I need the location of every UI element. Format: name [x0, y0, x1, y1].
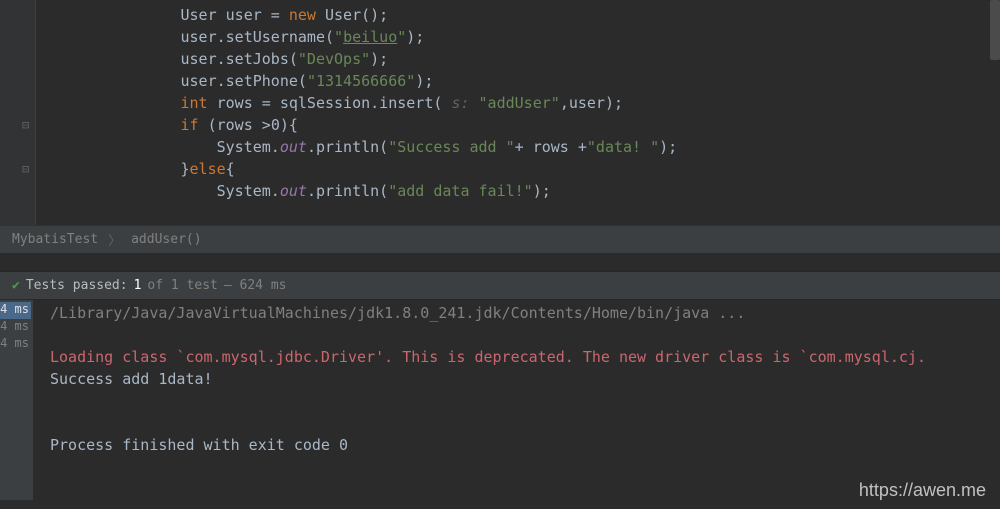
- code-token: "addUser": [479, 94, 560, 112]
- code-line[interactable]: if (rows >0){: [36, 114, 1000, 136]
- code-token: if: [181, 116, 208, 134]
- code-token: );: [415, 72, 433, 90]
- code-token: else: [190, 160, 226, 178]
- code-line[interactable]: int rows = sqlSession.insert( s: "addUse…: [36, 92, 1000, 114]
- code-line[interactable]: }else{: [36, 158, 1000, 180]
- code-editor[interactable]: ⊟ ⊟ User user = new User(); user.setUser…: [0, 0, 1000, 225]
- code-line[interactable]: System.out.println("Success add "+ rows …: [36, 136, 1000, 158]
- code-token: "Success add ": [388, 138, 514, 156]
- code-token: .println(: [307, 138, 388, 156]
- code-line[interactable]: User user = new User();: [36, 4, 1000, 26]
- code-token: user.setJobs(: [181, 50, 298, 68]
- console-stdout-line: Success add 1data!: [50, 370, 222, 388]
- code-token: );: [406, 28, 424, 46]
- console-exit-line: Process finished with exit code 0: [50, 436, 348, 454]
- code-token: beiluo: [343, 28, 397, 46]
- tests-duration: – 624 ms: [224, 278, 287, 293]
- code-token: ": [397, 28, 406, 46]
- chevron-right-icon: 〉: [108, 230, 121, 249]
- code-token: s:: [451, 94, 478, 112]
- tests-of-label: of 1 test: [147, 278, 217, 293]
- check-icon: ✔: [12, 278, 20, 293]
- code-token: "DevOps": [298, 50, 370, 68]
- code-token: user.setPhone(: [181, 72, 307, 90]
- code-token: out: [280, 182, 307, 200]
- breadcrumb-method[interactable]: addUser(): [131, 232, 201, 247]
- code-token: User: [181, 6, 226, 24]
- test-timing-column[interactable]: 4 ms 4 ms 4 ms: [0, 300, 34, 500]
- timing-row[interactable]: 4 ms: [0, 302, 31, 319]
- code-token: System.: [181, 182, 280, 200]
- code-token: "add data fail!": [388, 182, 533, 200]
- console-output[interactable]: /Library/Java/JavaVirtualMachines/jdk1.8…: [34, 300, 1000, 500]
- code-token: + rows +: [515, 138, 587, 156]
- tests-passed-count: 1: [134, 278, 142, 293]
- fold-mark-icon[interactable]: ⊟: [22, 162, 29, 176]
- code-token: User();: [325, 6, 388, 24]
- timing-row[interactable]: 4 ms: [0, 319, 31, 336]
- code-token: "1314566666": [307, 72, 415, 90]
- console-warning-line: Loading class `com.mysql.jdbc.Driver'. T…: [50, 348, 926, 366]
- code-token: 0: [271, 116, 280, 134]
- breadcrumb-class[interactable]: MybatisTest: [12, 232, 98, 247]
- code-token: "data! ": [587, 138, 659, 156]
- code-token: );: [370, 50, 388, 68]
- tests-passed-label: Tests passed:: [26, 278, 128, 293]
- code-token: );: [533, 182, 551, 200]
- code-token: user.setUsername(: [181, 28, 335, 46]
- fold-mark-icon[interactable]: ⊟: [22, 118, 29, 132]
- code-area[interactable]: User user = new User(); user.setUsername…: [36, 4, 1000, 202]
- code-token: .println(: [307, 182, 388, 200]
- code-token: ,user);: [560, 94, 623, 112]
- code-line[interactable]: user.setJobs("DevOps");: [36, 48, 1000, 70]
- code-token: rows = sqlSession.insert(: [217, 94, 452, 112]
- code-token: ": [334, 28, 343, 46]
- code-line[interactable]: System.out.println("add data fail!");: [36, 180, 1000, 202]
- code-token: System.: [181, 138, 280, 156]
- code-token: new: [289, 6, 325, 24]
- code-token: );: [659, 138, 677, 156]
- test-status-bar: ✔ Tests passed: 1 of 1 test – 624 ms: [0, 271, 1000, 300]
- code-token: int: [181, 94, 217, 112]
- code-token: {: [226, 160, 235, 178]
- code-token: out: [280, 138, 307, 156]
- code-token: ){: [280, 116, 298, 134]
- run-panel: 4 ms 4 ms 4 ms /Library/Java/JavaVirtual…: [0, 300, 1000, 500]
- editor-gutter: ⊟ ⊟: [0, 0, 36, 225]
- code-line[interactable]: user.setUsername("beiluo");: [36, 26, 1000, 48]
- editor-scrollbar[interactable]: [990, 0, 1000, 60]
- timing-row[interactable]: 4 ms: [0, 336, 31, 353]
- code-token: }: [181, 160, 190, 178]
- watermark: https://awen.me: [859, 480, 986, 501]
- code-token: (rows >: [208, 116, 271, 134]
- breadcrumb[interactable]: MybatisTest 〉 addUser(): [0, 225, 1000, 253]
- code-token: user =: [226, 6, 289, 24]
- console-cmd-line: /Library/Java/JavaVirtualMachines/jdk1.8…: [50, 304, 745, 322]
- code-line[interactable]: user.setPhone("1314566666");: [36, 70, 1000, 92]
